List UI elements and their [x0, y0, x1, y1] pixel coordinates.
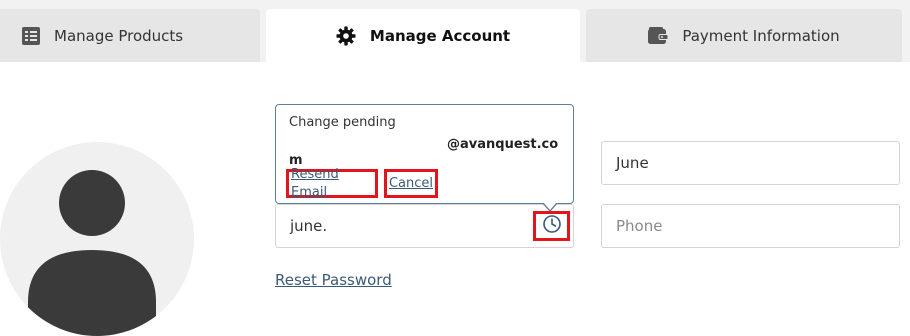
clock-icon: [542, 214, 562, 238]
pending-change-clock-button[interactable]: [533, 211, 570, 241]
tab-label: Payment Information: [682, 26, 840, 45]
wallet-icon: [648, 26, 669, 45]
popup-pointer-fill: [543, 202, 557, 210]
tab-bar: Manage Products Manage Account Payment I…: [0, 0, 910, 62]
first-name-value: June: [616, 154, 649, 172]
tab-label: Manage Account: [369, 26, 511, 45]
gear-icon: [336, 26, 356, 46]
reset-password-link[interactable]: Reset Password: [275, 271, 392, 289]
avatar: [0, 142, 194, 336]
popup-links: Resend Email Cancel: [286, 167, 438, 200]
first-name-field[interactable]: June: [601, 141, 900, 185]
email-field-value: june.: [290, 217, 328, 235]
phone-field[interactable]: Phone: [601, 204, 900, 248]
pending-email: @avanquest.co: [447, 137, 559, 152]
user-silhouette-icon: [28, 170, 156, 336]
phone-placeholder: Phone: [616, 217, 663, 235]
tab-label: Manage Products: [54, 26, 184, 45]
list-icon: [22, 26, 40, 45]
cancel-link[interactable]: Cancel: [384, 169, 438, 198]
tab-payment-information[interactable]: Payment Information: [586, 9, 902, 62]
tab-manage-products[interactable]: Manage Products: [0, 9, 260, 62]
popup-title: Change pending: [289, 115, 396, 130]
change-pending-popup: Change pending @avanquest.co m Resend Em…: [275, 104, 574, 204]
resend-email-link[interactable]: Resend Email: [286, 167, 378, 200]
email-field[interactable]: june.: [275, 204, 574, 248]
tab-manage-account[interactable]: Manage Account: [266, 9, 580, 62]
